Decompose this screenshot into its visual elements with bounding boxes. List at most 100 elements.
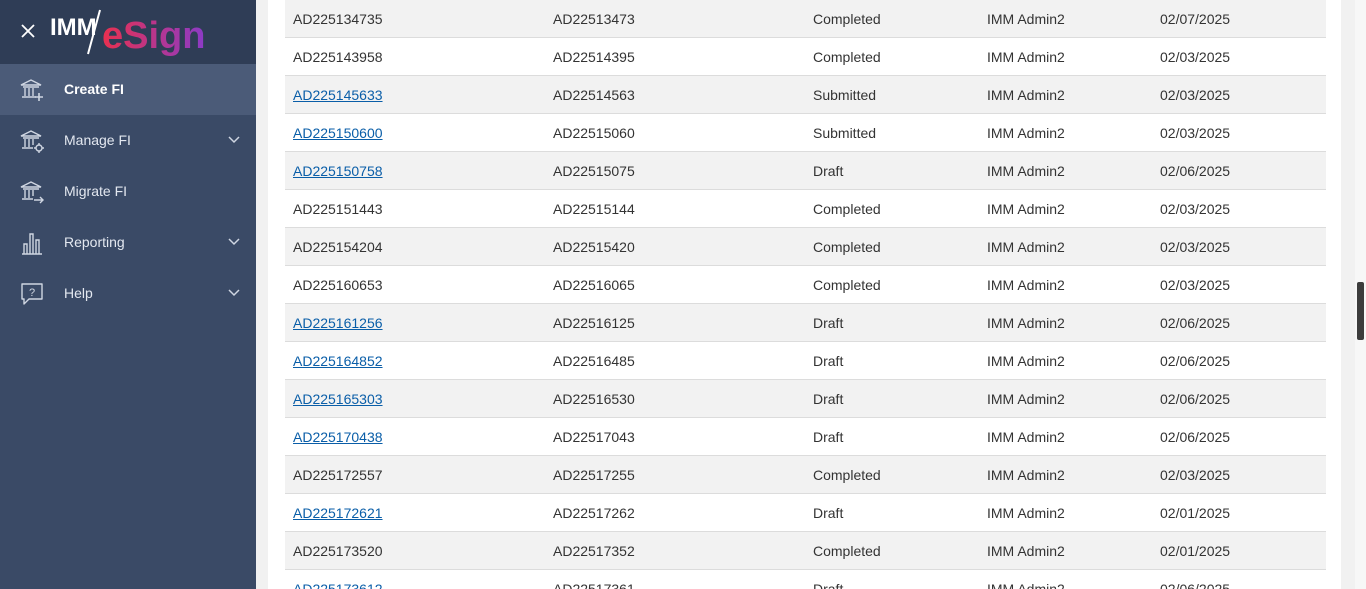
cell-reference: AD22517262 [553,505,635,521]
cell-reference: AD22517361 [553,581,635,589]
fi-id-link[interactable]: AD225164852 [293,353,383,369]
cell-status: Completed [813,277,881,293]
cell-status: Completed [813,201,881,217]
brand-bar: IMM eSign [0,0,256,64]
cell-reference: AD22514563 [553,87,635,103]
cell-fi-id: AD225173520 [293,543,383,559]
cell-reference: AD22516485 [553,353,635,369]
cell-date: 02/06/2025 [1160,353,1231,369]
logo-prefix: IMM [50,14,97,41]
help-bubble-icon: ? [21,283,43,305]
cell-user: IMM Admin2 [987,581,1065,589]
table-row: AD225134735 AD22513473 Completed IMM Admin2… [285,0,1326,38]
sidebar-item-migrate-fi[interactable]: Migrate FI [0,166,256,217]
cell-user: IMM Admin2 [987,87,1065,103]
cell-status: Completed [813,49,881,65]
cell-fi-id: AD225172557 [293,467,383,483]
bank-plus-icon [20,79,43,101]
cell-status: Completed [813,467,881,483]
cell-user: IMM Admin2 [987,543,1065,559]
cell-status: Completed [813,543,881,559]
cell-status: Draft [813,505,844,521]
cell-user: IMM Admin2 [987,353,1065,369]
fi-id-link[interactable]: AD225161256 [293,315,383,331]
cell-date: 02/06/2025 [1160,581,1231,589]
cell-date: 02/03/2025 [1160,467,1231,483]
table-row: AD225154204 AD22515420 Completed IMM Admin2… [285,228,1326,266]
cell-date: 02/03/2025 [1160,239,1231,255]
fi-id-link[interactable]: AD225173612 [293,581,383,589]
cell-fi-id: AD225160653 [293,277,383,293]
table-row: AD225151443 AD22515144 Completed IMM Admin2… [285,190,1326,228]
cell-status: Draft [813,163,844,179]
bar-chart-icon [22,233,42,255]
cell-reference: AD22515075 [553,163,635,179]
sidebar-item-create-fi[interactable]: Create FI [0,64,256,115]
cell-user: IMM Admin2 [987,505,1065,521]
table-row: AD225172557 AD22517255 Completed IMM Admin2… [285,456,1326,494]
sidebar-item-help[interactable]: ? Help [0,268,256,319]
imm-esign-logo: IMM eSign [50,9,205,56]
table-row: AD225143958 AD22514395 Completed IMM Admin2… [285,38,1326,76]
cell-user: IMM Admin2 [987,163,1065,179]
cell-user: IMM Admin2 [987,315,1065,331]
table-row: AD225150758 AD22515075 Draft IMM Admin2 02/0… [285,152,1326,190]
cell-date: 02/03/2025 [1160,201,1231,217]
svg-text:?: ? [29,287,35,299]
fi-id-link[interactable]: AD225172621 [293,505,383,521]
cell-date: 02/03/2025 [1160,49,1231,65]
table-row: AD225170438 AD22517043 Draft IMM Admin2 02/0… [285,418,1326,456]
close-icon[interactable] [18,21,38,41]
fi-id-link[interactable]: AD225150600 [293,125,383,141]
app-window: IMM eSign Create FI Manage FI Migrate FI… [0,0,1366,589]
cell-date: 02/06/2025 [1160,163,1231,179]
table-row: AD225160653 AD22516065 Completed IMM Admin2… [285,266,1326,304]
table-row: AD225165303 AD22516530 Draft IMM Admin2 02/0… [285,380,1326,418]
cell-status: Draft [813,353,844,369]
fi-id-link[interactable]: AD225145633 [293,87,383,103]
cell-date: 02/03/2025 [1160,87,1231,103]
cell-reference: AD22515060 [553,125,635,141]
fi-id-link[interactable]: AD225150758 [293,163,383,179]
sidebar-item-label: Reporting [64,234,125,250]
cell-user: IMM Admin2 [987,429,1065,445]
cell-status: Completed [813,11,881,27]
cell-reference: AD22516065 [553,277,635,293]
table-row: AD225164852 AD22516485 Draft IMM Admin2 02/0… [285,342,1326,380]
chevron-down-icon [228,136,240,144]
table-row: AD225173520 AD22517352 Completed IMM Admin2… [285,532,1326,570]
table-row: AD225172621 AD22517262 Draft IMM Admin2 02/0… [285,494,1326,532]
chevron-down-icon [228,238,240,246]
cell-status: Draft [813,429,844,445]
fi-id-link[interactable]: AD225170438 [293,429,383,445]
cell-fi-id: AD225154204 [293,239,383,255]
sidebar-item-label: Help [64,285,93,301]
cell-reference: AD22517043 [553,429,635,445]
cell-date: 02/01/2025 [1160,505,1231,521]
cell-reference: AD22517255 [553,467,635,483]
fi-table: AD225134735 AD22513473 Completed IMM Admin2… [285,0,1326,589]
sidebar-item-reporting[interactable]: Reporting [0,217,256,268]
cell-date: 02/03/2025 [1160,125,1231,141]
sidebar-item-label: Migrate FI [64,183,128,199]
cell-status: Submitted [813,87,877,103]
scrollbar-thumb[interactable] [1357,282,1364,340]
cell-user: IMM Admin2 [987,391,1065,407]
table-row: AD225145633 AD22514563 Submitted IMM Admin2… [285,76,1326,114]
cell-status: Draft [813,581,844,589]
cell-user: IMM Admin2 [987,239,1065,255]
sidebar-item-manage-fi[interactable]: Manage FI [0,115,256,166]
cell-reference: AD22514395 [553,49,635,65]
sidebar-nav: Create FI Manage FI Migrate FI Reporting… [0,64,256,319]
cell-date: 02/06/2025 [1160,429,1231,445]
cell-status: Submitted [813,125,877,141]
cell-date: 02/06/2025 [1160,391,1231,407]
fi-id-link[interactable]: AD225165303 [293,391,383,407]
cell-user: IMM Admin2 [987,125,1065,141]
chevron-down-icon [228,289,240,297]
cell-user: IMM Admin2 [987,49,1065,65]
cell-fi-id: AD225151443 [293,201,383,217]
table-row: AD225161256 AD22516125 Draft IMM Admin2 02/0… [285,304,1326,342]
cell-date: 02/03/2025 [1160,277,1231,293]
cell-date: 02/06/2025 [1160,315,1231,331]
